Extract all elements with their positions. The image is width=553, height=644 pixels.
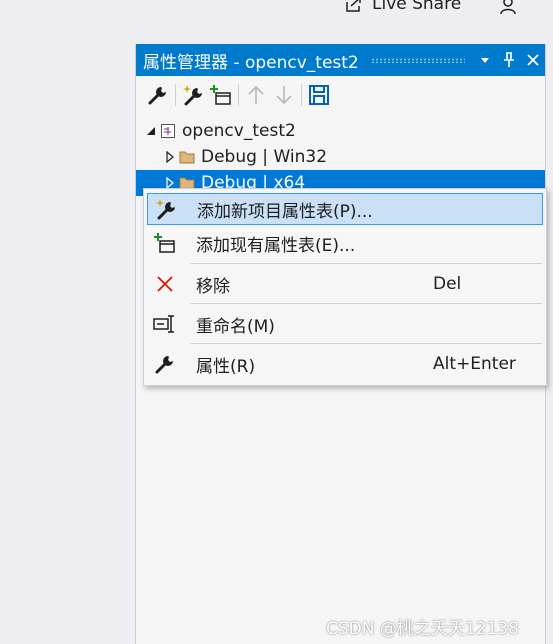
tree-root-label: opencv_test2: [182, 121, 296, 141]
add-new-property-sheet-icon[interactable]: [179, 82, 207, 108]
tree-item-debug-win32[interactable]: Debug | Win32: [136, 144, 545, 170]
live-share-button[interactable]: Live Share: [344, 0, 461, 14]
wand-wrench-icon: [148, 198, 184, 220]
add-existing-property-sheet-icon[interactable]: [207, 82, 235, 108]
menu-item-label: 添加新项目属性表(P)...: [197, 201, 373, 222]
person-icon[interactable]: [498, 0, 520, 16]
move-down-icon[interactable]: [270, 82, 298, 108]
tree-item-label: Debug | Win32: [201, 147, 328, 167]
title-grip[interactable]: [370, 57, 465, 63]
context-menu: 添加新项目属性表(P)... 添加现有属性表(E)... 移除 Del 重命名(…: [143, 188, 547, 386]
menu-item-label: 添加现有属性表(E)...: [196, 235, 356, 256]
menu-item-remove[interactable]: 移除 Del: [147, 268, 543, 300]
menu-item-add-new-property-sheet[interactable]: 添加新项目属性表(P)...: [147, 193, 543, 225]
folder-icon: [179, 150, 195, 164]
menu-separator: [190, 343, 542, 344]
panel-toolbar: [136, 80, 545, 110]
menu-separator: [190, 303, 542, 304]
delete-x-icon: [147, 274, 183, 294]
pin-icon[interactable]: [497, 48, 521, 72]
menu-item-label: 属性(R): [196, 356, 256, 377]
panel-title-bar: 属性管理器 - opencv_test2: [136, 44, 545, 76]
wrench-icon: [147, 353, 183, 375]
menu-item-label: 移除: [196, 276, 230, 297]
panel-title: 属性管理器 - opencv_test2: [143, 52, 359, 73]
menu-item-shortcut: Alt+Enter: [433, 354, 516, 374]
wrench-icon[interactable]: [144, 82, 172, 108]
watermark: CSDN @桃之夭夭12138: [326, 619, 519, 639]
tree-root[interactable]: opencv_test2: [136, 118, 545, 144]
close-icon[interactable]: [521, 48, 545, 72]
live-share-icon: [346, 0, 361, 12]
save-icon[interactable]: [305, 82, 333, 108]
menu-item-label: 重命名(M): [196, 316, 275, 337]
project-icon: [160, 123, 176, 139]
property-tree: opencv_test2 Debug | Win32 Debug | x64: [136, 118, 545, 196]
expanded-arrow-icon[interactable]: [144, 126, 158, 136]
move-up-icon[interactable]: [242, 82, 270, 108]
add-existing-icon: [147, 232, 183, 254]
toolbar-separator: [175, 84, 176, 106]
top-bar: Live Share: [0, 0, 553, 16]
menu-item-add-existing-property-sheet[interactable]: 添加现有属性表(E)...: [147, 227, 543, 259]
menu-item-rename[interactable]: 重命名(M): [147, 308, 543, 340]
collapsed-arrow-icon[interactable]: [163, 151, 177, 163]
live-share-label: Live Share: [372, 0, 462, 14]
dropdown-icon[interactable]: [473, 48, 497, 72]
toolbar-separator: [301, 84, 302, 106]
menu-item-properties[interactable]: 属性(R) Alt+Enter: [147, 348, 543, 380]
rename-icon: [147, 314, 183, 334]
menu-separator: [190, 263, 542, 264]
toolbar-separator: [238, 84, 239, 106]
menu-item-shortcut: Del: [433, 274, 462, 294]
